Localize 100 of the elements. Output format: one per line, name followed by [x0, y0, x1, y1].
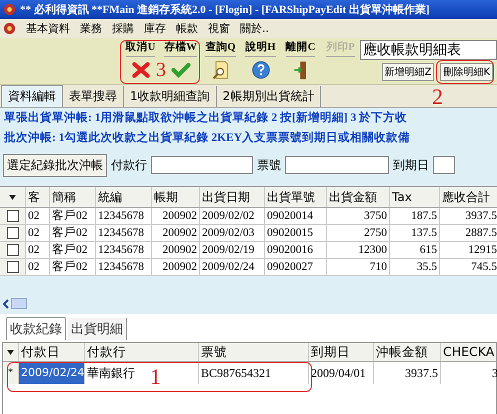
tab[interactable]: 2帳期別出貨統計	[216, 86, 322, 107]
table-cell: 710	[327, 259, 390, 275]
table-cell: 35.5	[390, 259, 440, 275]
table-cell: 615	[390, 242, 440, 258]
menu-item[interactable]: 關於..	[240, 21, 269, 36]
table-cell: 12345678	[96, 242, 152, 258]
instruction-text: 單張出貨單沖帳: 1用滑鼠點取欲沖帳之出貨單紀錄 2 按[新增明細] 3 於下方收	[3, 110, 408, 126]
table-cell: 12915	[440, 242, 497, 258]
column-header[interactable]: 帳期	[152, 187, 200, 207]
help-icon	[250, 60, 270, 80]
menu-item[interactable]: 帳款	[176, 21, 198, 36]
field-label: 票號	[257, 156, 281, 174]
menu-item[interactable]: 庫存	[144, 21, 166, 36]
document-magnifier-icon	[210, 60, 230, 80]
checkbox[interactable]	[6, 244, 18, 256]
checkmark-icon	[170, 60, 190, 80]
table-cell: 12345678	[96, 208, 152, 224]
delete-detail-button[interactable]: 刪除明細K	[440, 63, 493, 81]
table-cell: 200902	[152, 259, 200, 275]
annotation-number: 2	[432, 86, 443, 108]
table-cell: 客戶02	[50, 259, 96, 275]
exit-button[interactable]: 離開C	[281, 40, 320, 82]
table-cell: 02	[26, 242, 50, 258]
checkbox[interactable]	[6, 227, 18, 239]
table-cell: 客戶02	[50, 225, 96, 241]
column-header[interactable]: 應收合計	[440, 187, 497, 207]
table-cell: 187.5	[390, 208, 440, 224]
table-cell: 02	[26, 225, 50, 241]
checkbox[interactable]	[6, 261, 18, 273]
table-cell: 2009/02/24	[19, 362, 85, 384]
table-cell: 2887.5	[440, 225, 497, 241]
table-cell: 3937.5	[440, 208, 497, 224]
table-cell: 客戶02	[50, 208, 96, 224]
table-cell: 09020015	[265, 225, 327, 241]
field-label: 付款行	[111, 156, 147, 174]
gear-icon	[3, 22, 16, 35]
table-cell: 2009/02/02	[200, 208, 265, 224]
table-cell: 200902	[152, 225, 200, 241]
table-cell: 200902	[152, 242, 200, 258]
table-cell: 137.5	[390, 225, 440, 241]
field-label: 到期日	[393, 156, 429, 174]
input-field[interactable]	[151, 156, 253, 174]
highlight-ring	[436, 60, 494, 84]
menu-item[interactable]: 業務	[80, 21, 102, 36]
annotation-number: 3	[156, 60, 166, 80]
menu-item[interactable]: 視窗	[208, 21, 230, 36]
scrollbar-thumb[interactable]	[11, 298, 27, 309]
search-button[interactable]: 查詢Q	[201, 40, 240, 82]
dropdown-triangle-icon[interactable]	[7, 350, 14, 354]
instruction-text: 批次沖帳: 1勾選此次收款之出貨單紀錄 2KEY入支票票號到期日或相關收款備	[2, 130, 411, 146]
report-select[interactable]: 應收帳款明細表	[360, 40, 497, 60]
column-header[interactable]: CHECKA	[441, 343, 497, 361]
scroll-left-icon[interactable]	[3, 298, 9, 308]
table-cell: 2009/02/24	[200, 259, 265, 275]
table-cell: BC987654321	[199, 362, 309, 384]
column-header[interactable]: 統編	[96, 187, 152, 207]
tab[interactable]: 收款紀錄	[6, 317, 66, 340]
column-header[interactable]: 付款日	[19, 343, 85, 361]
batch-button[interactable]: 選定紀錄批次沖帳	[3, 154, 107, 176]
menu-item[interactable]: 基本資料	[26, 21, 70, 36]
column-header[interactable]: 出貨金額	[327, 187, 390, 207]
menu-item[interactable]: 採購	[112, 21, 134, 36]
dropdown-triangle-icon[interactable]	[9, 194, 16, 200]
tab[interactable]: 出貨明細	[68, 318, 127, 340]
table-cell: 客戶02	[50, 242, 96, 258]
column-header[interactable]: 付款行	[85, 343, 199, 361]
table-cell: 2009/04/01	[309, 362, 374, 384]
column-header[interactable]: 到期日	[309, 343, 374, 361]
checkbox[interactable]	[6, 210, 18, 222]
table-cell: 12345678	[96, 259, 152, 275]
table-cell: 2009/02/03	[200, 225, 265, 241]
table-cell: 09020016	[265, 242, 327, 258]
column-header[interactable]: 沖帳金額	[374, 343, 441, 361]
column-header[interactable]: 出貨日期	[200, 187, 265, 207]
cross-icon	[130, 60, 150, 80]
table-cell: 2750	[327, 225, 390, 241]
table-cell: 3750	[327, 208, 390, 224]
column-header[interactable]: Tax	[390, 187, 440, 207]
table-cell: 745.5	[440, 259, 497, 275]
input-field[interactable]	[285, 156, 389, 174]
column-header[interactable]: 客	[26, 187, 50, 207]
column-header[interactable]: 簡稱	[50, 187, 96, 207]
table-cell: 09020027	[265, 259, 327, 275]
table-cell: 2009/02/19	[200, 242, 265, 258]
table-cell: 200902	[152, 208, 200, 224]
column-header[interactable]: 票號	[199, 343, 309, 361]
annotation-number: 1	[150, 366, 161, 388]
tab[interactable]: 資料編輯	[1, 85, 63, 107]
help-button[interactable]: 說明H	[241, 40, 280, 82]
add-detail-button[interactable]: 新增明細Z	[382, 63, 434, 81]
gear-icon	[3, 3, 16, 16]
table-cell: 3937.5	[374, 362, 441, 384]
table-cell: 12345678	[96, 225, 152, 241]
table-cell: 12300	[327, 242, 390, 258]
row-indicator: *	[3, 362, 19, 384]
column-header[interactable]: 出貨單號	[265, 187, 327, 207]
table-cell: 09020014	[265, 208, 327, 224]
window-title: ** 必利得資訊 **FMain 進銷存系統2.0 - [Flogin] - [FARShipPayEdit 出貨單沖帳作業]	[20, 2, 430, 17]
table-cell: 02	[26, 259, 50, 275]
input-field[interactable]	[433, 156, 455, 174]
